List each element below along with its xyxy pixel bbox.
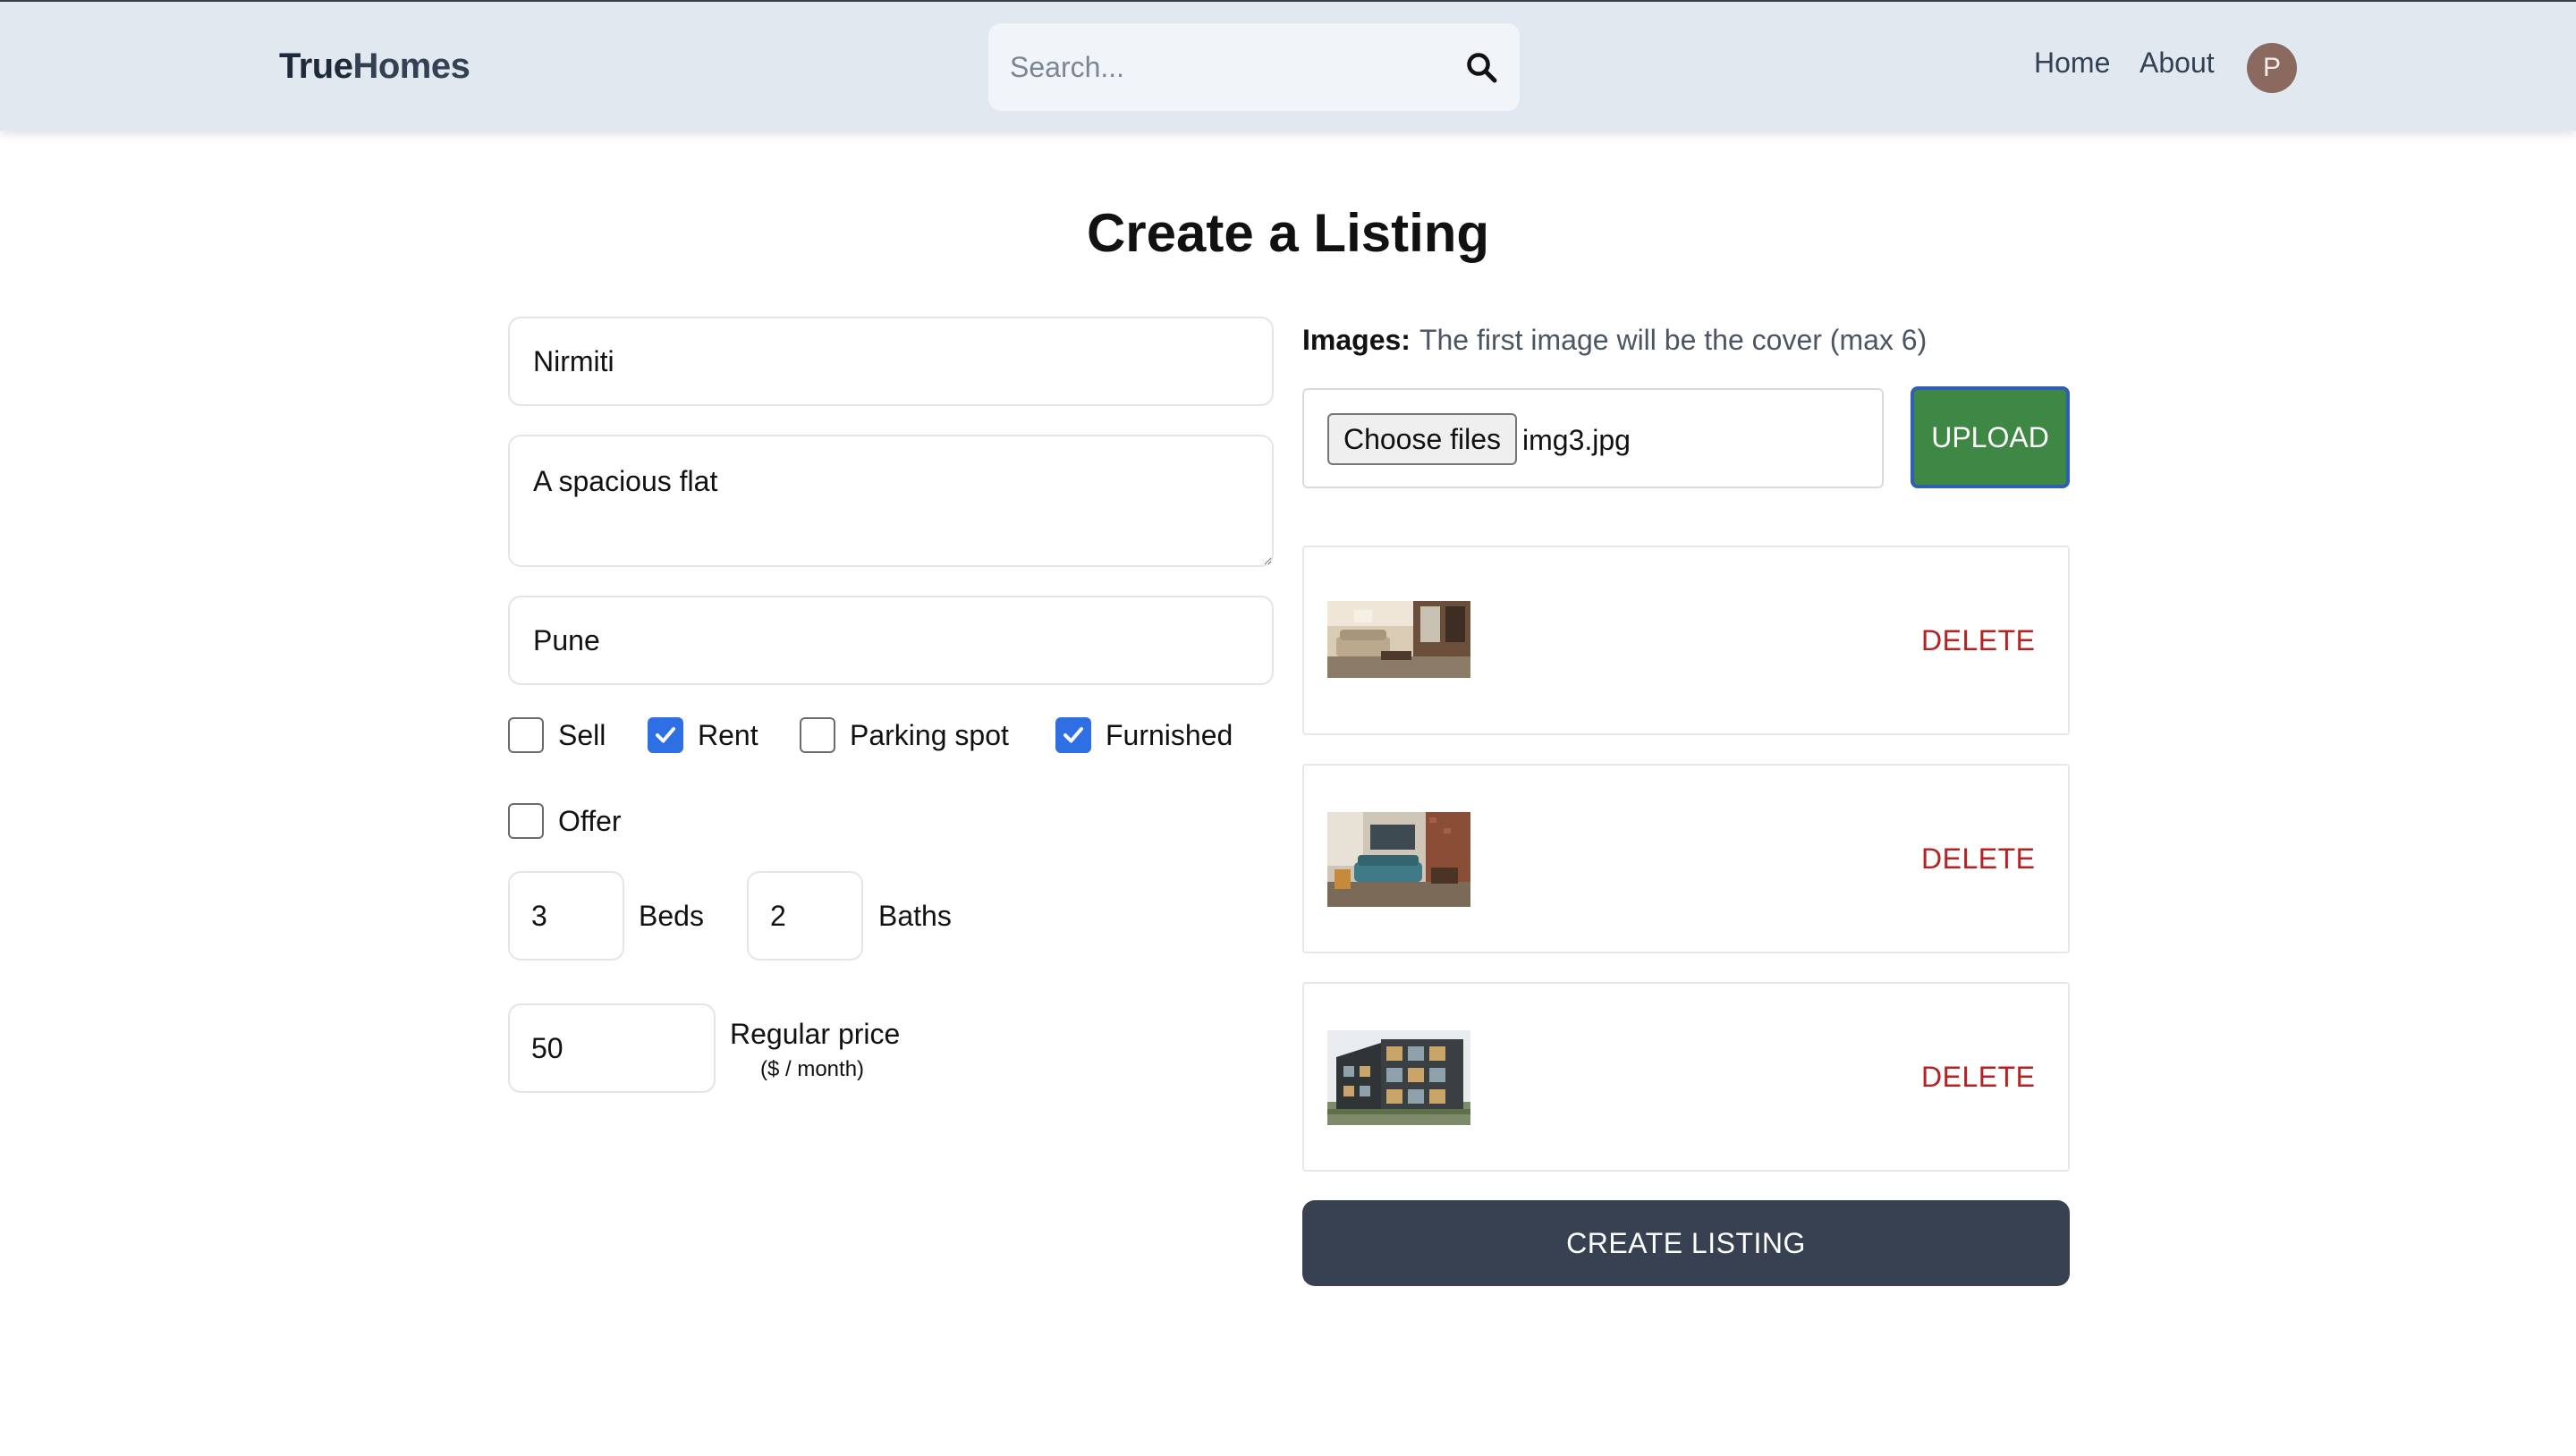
create-listing-button[interactable]: CREATE LISTING (1302, 1200, 2070, 1286)
search-icon[interactable] (1464, 50, 1500, 86)
baths-label: Baths (878, 900, 952, 932)
nav-about-link[interactable]: About (2140, 47, 2215, 80)
selected-file-name: img3.jpg (1522, 424, 1631, 456)
regular-price-input[interactable] (508, 1003, 716, 1093)
nav-home-link[interactable]: Home (2034, 47, 2110, 80)
checkbox-offer-box[interactable] (508, 803, 544, 839)
price-unit-label: ($ / month) (760, 1057, 865, 1081)
building-exterior-thumbnail-icon (1327, 1030, 1470, 1125)
uploaded-image-row: DELETE (1302, 982, 2070, 1172)
beds-label: Beds (639, 900, 704, 932)
search-input[interactable] (1010, 45, 1421, 89)
checkbox-furnished-label: Furnished (1106, 718, 1233, 751)
checkbox-sell[interactable]: Sell (508, 715, 606, 755)
checkbox-parking-box[interactable] (800, 717, 835, 753)
baths-input[interactable] (747, 871, 863, 961)
upload-button[interactable]: UPLOAD (1911, 386, 2070, 488)
checkbox-offer-label: Offer (558, 804, 622, 837)
address-input[interactable] (508, 596, 1274, 685)
page-title: Create a Listing (1086, 203, 1490, 263)
site-header: TrueHomes Home About P (0, 0, 2576, 131)
logo-part-true: True (279, 47, 353, 86)
user-avatar[interactable]: P (2247, 43, 2297, 93)
choose-files-button[interactable]: Choose files (1327, 413, 1517, 465)
checkbox-rent-box[interactable] (648, 717, 683, 753)
checkmark-icon (656, 727, 675, 743)
living-room-thumbnail-icon (1327, 601, 1470, 678)
checkbox-furnished-box[interactable] (1055, 717, 1091, 753)
regular-price-label: Regular price (730, 1018, 901, 1050)
checkbox-offer[interactable]: Offer (508, 801, 622, 841)
checkbox-parking-label: Parking spot (850, 718, 1009, 751)
checkbox-sell-box[interactable] (508, 717, 544, 753)
name-input[interactable] (508, 317, 1274, 406)
checkbox-furnished[interactable]: Furnished (1055, 715, 1233, 755)
file-input[interactable]: Choose files img3.jpg (1302, 388, 1884, 488)
checkbox-rent[interactable]: Rent (648, 715, 758, 755)
delete-image-button[interactable]: DELETE (1921, 842, 2035, 876)
delete-image-button[interactable]: DELETE (1921, 624, 2035, 657)
images-heading-label: Images: (1302, 324, 1411, 356)
checkbox-rent-label: Rent (698, 718, 758, 751)
uploaded-image-row: DELETE (1302, 546, 2070, 735)
site-logo[interactable]: TrueHomes (279, 47, 470, 87)
delete-image-button[interactable]: DELETE (1921, 1061, 2035, 1094)
checkbox-parking-spot[interactable]: Parking spot (800, 715, 1009, 755)
uploaded-image-row: DELETE (1302, 764, 2070, 953)
logo-part-homes: Homes (352, 47, 470, 86)
search-bar (988, 23, 1520, 111)
images-heading: Images: The first image will be the cover… (1302, 324, 1927, 357)
checkbox-sell-label: Sell (558, 718, 606, 751)
description-textarea[interactable]: A spacious flat (508, 435, 1274, 567)
beds-input[interactable] (508, 871, 624, 961)
images-heading-note: The first image will be the cover (max 6… (1419, 324, 1928, 356)
lounge-thumbnail-icon (1327, 812, 1470, 907)
checkmark-icon (1063, 727, 1083, 743)
